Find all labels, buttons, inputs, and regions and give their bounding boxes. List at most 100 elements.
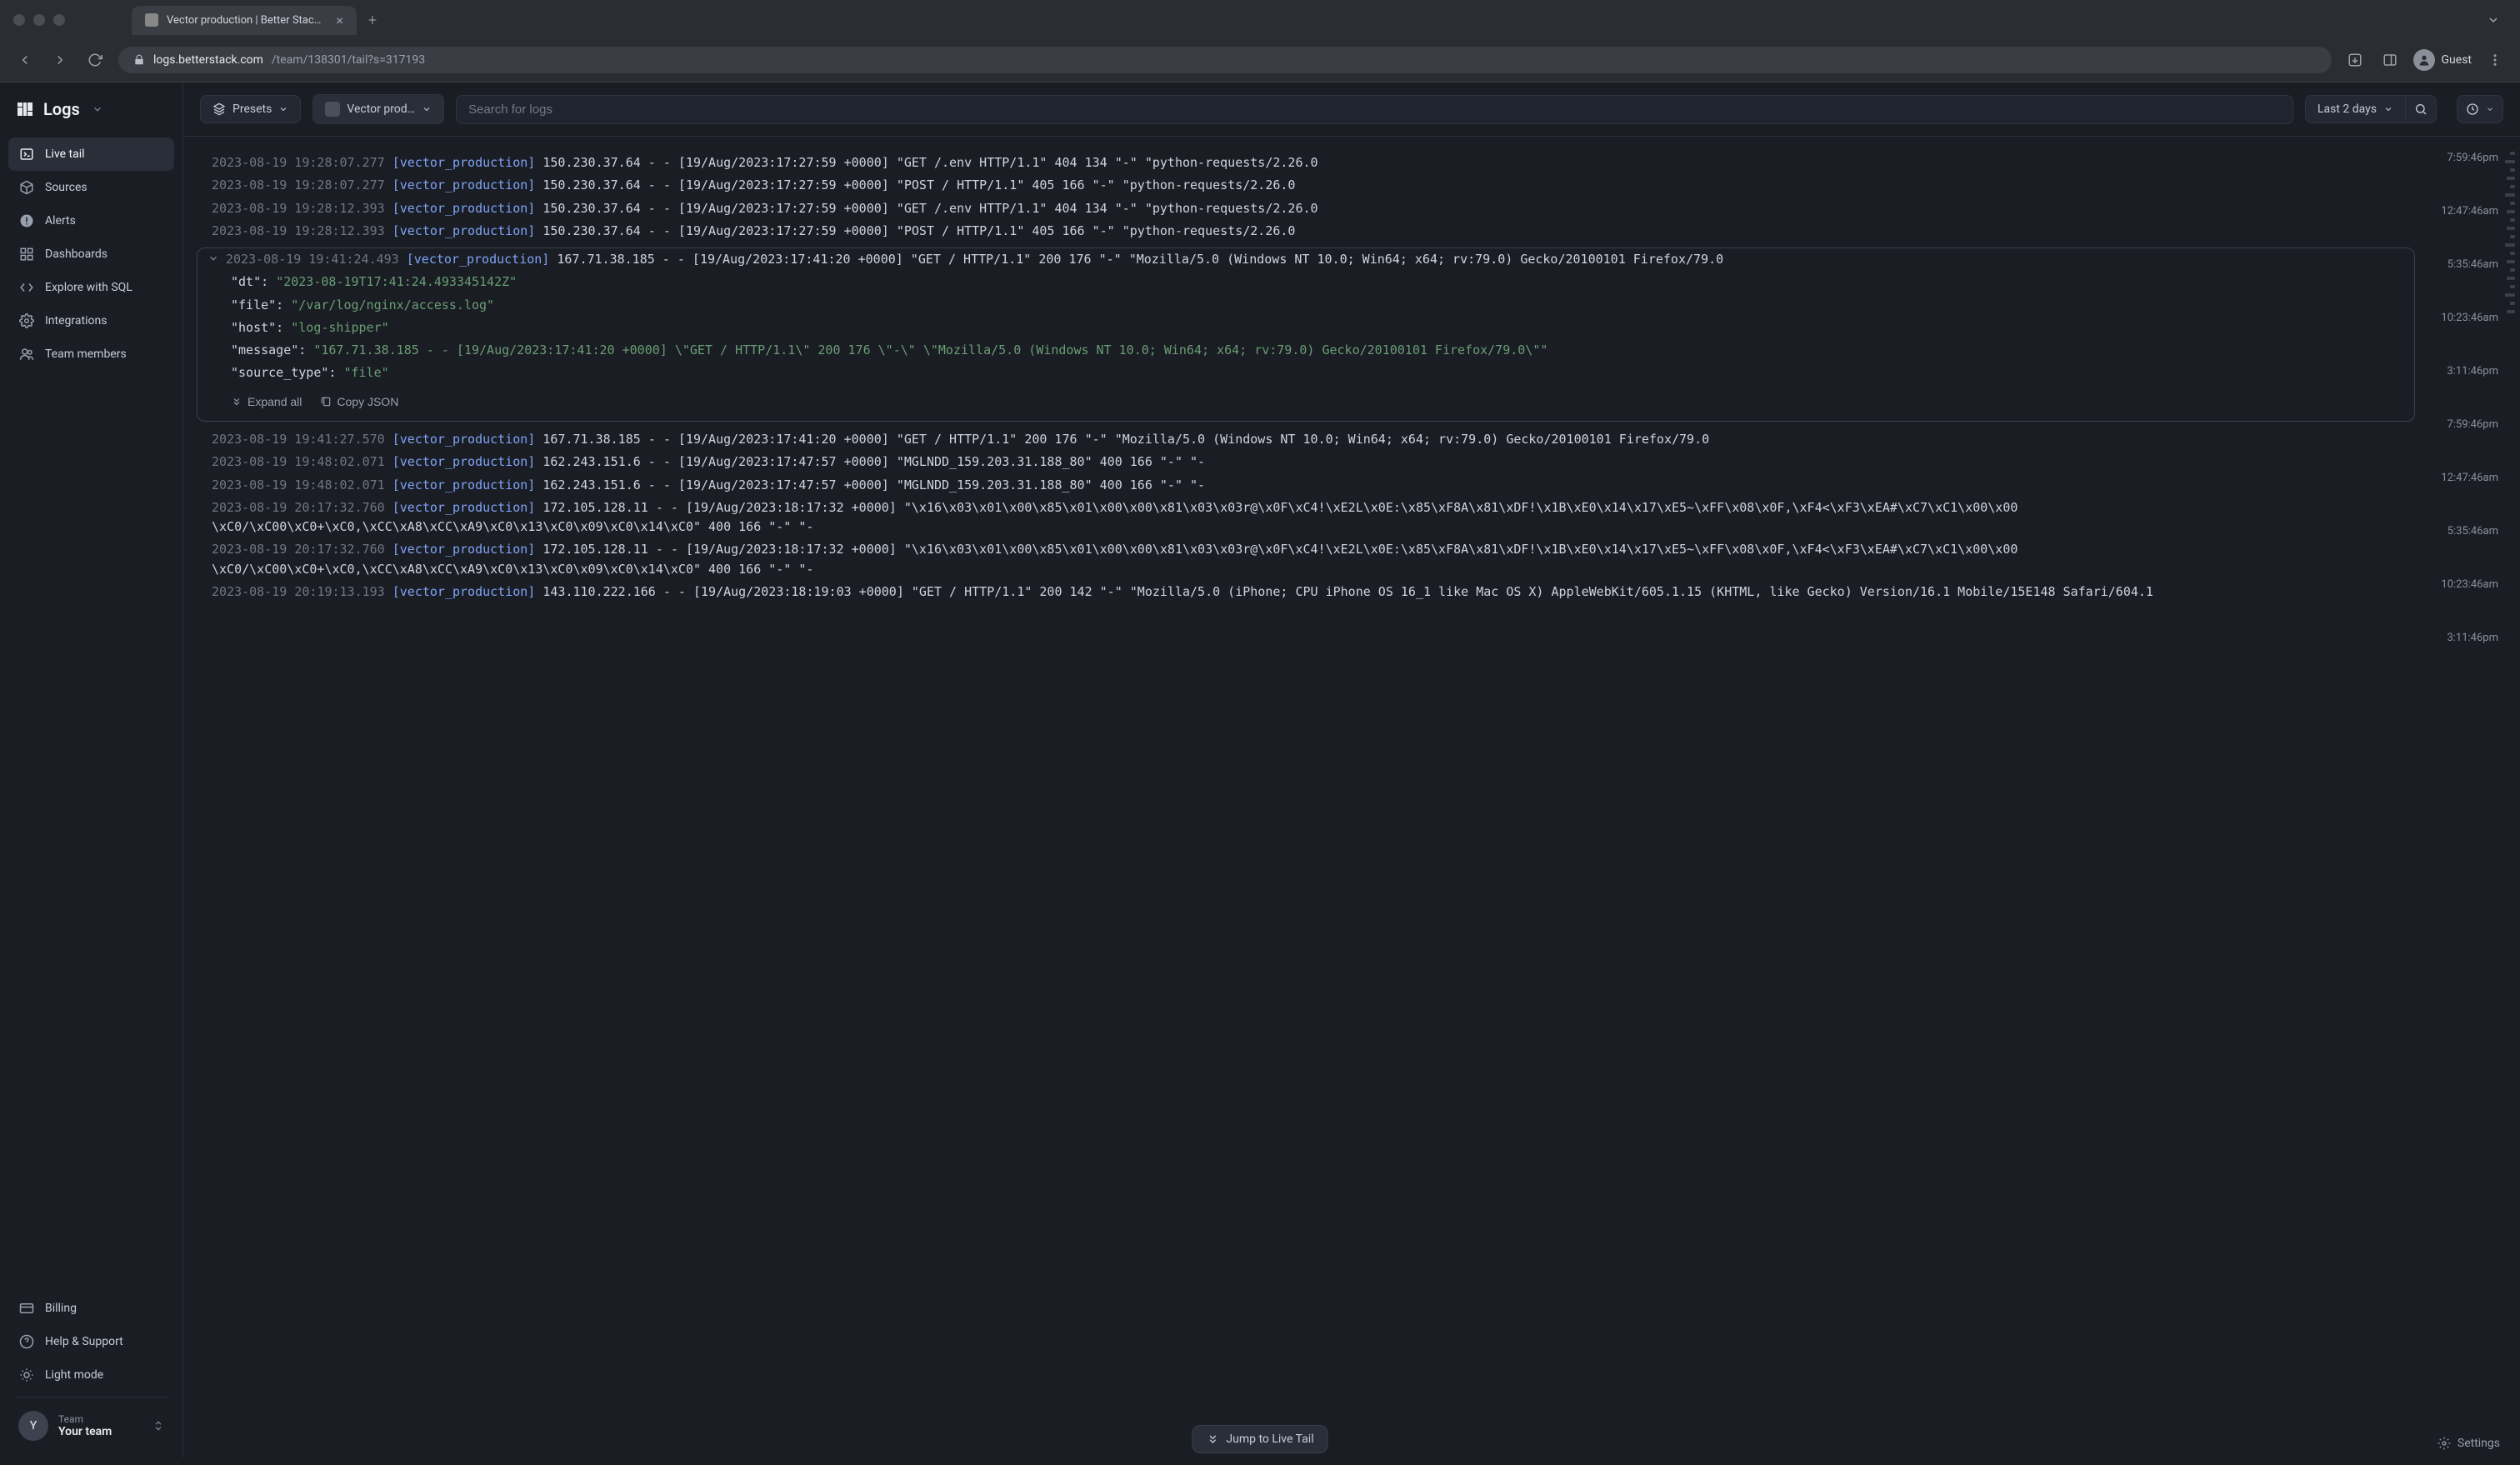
- sidebar-item-help[interactable]: Help & Support: [8, 1325, 174, 1358]
- back-button[interactable]: [13, 48, 37, 72]
- sidebar-item-light-mode[interactable]: Light mode: [8, 1358, 174, 1392]
- browser-tab[interactable]: Vector production | Better Stac… ×: [132, 6, 357, 35]
- sidebar-item-alerts[interactable]: Alerts: [8, 204, 174, 238]
- json-value: "2023-08-19T17:41:24.493345142Z": [276, 274, 517, 289]
- layers-icon: [212, 102, 226, 116]
- close-window-icon[interactable]: [13, 14, 25, 26]
- log-timestamp: 2023-08-19 19:28:12.393: [212, 223, 385, 238]
- log-list[interactable]: 2023-08-19 19:28:07.277 [vector_producti…: [183, 137, 2428, 1458]
- timeline-label: 5:35:46am: [2448, 525, 2498, 538]
- json-value: "/var/log/nginx/access.log": [291, 298, 494, 312]
- minimize-window-icon[interactable]: [33, 14, 45, 26]
- presets-button[interactable]: Presets: [200, 95, 301, 123]
- search-field[interactable]: [468, 102, 2281, 117]
- json-field[interactable]: "message": "167.71.38.185 - - [19/Aug/20…: [198, 339, 2414, 362]
- log-line[interactable]: 2023-08-19 19:41:24.493 [vector_producti…: [198, 248, 2414, 271]
- json-field[interactable]: "dt": "2023-08-19T17:41:24.493345142Z": [198, 271, 2414, 293]
- json-field[interactable]: "host": "log-shipper": [198, 317, 2414, 339]
- settings-button[interactable]: Settings: [2438, 1437, 2500, 1450]
- browser-chrome: Vector production | Better Stac… × + log…: [0, 0, 2520, 82]
- log-line[interactable]: 2023-08-19 19:41:27.570 [vector_producti…: [195, 428, 2417, 451]
- sidebar-item-team-members[interactable]: Team members: [8, 338, 174, 371]
- json-key: "host":: [231, 320, 283, 335]
- close-tab-icon[interactable]: ×: [336, 12, 343, 28]
- log-line[interactable]: 2023-08-19 19:48:02.071 [vector_producti…: [195, 474, 2417, 497]
- chevron-down-icon: [92, 103, 103, 115]
- timeline[interactable]: 7:59:46pm12:47:46am5:35:46am10:23:46am3:…: [2428, 137, 2520, 1458]
- address-bar: logs.betterstack.com/team/138301/tail?s=…: [0, 40, 2520, 82]
- log-message: 162.243.151.6 - - [19/Aug/2023:17:47:57 …: [542, 478, 1205, 492]
- code-icon: [18, 279, 35, 296]
- log-line[interactable]: 2023-08-19 19:48:02.071 [vector_producti…: [195, 451, 2417, 473]
- terminal-icon: [18, 146, 35, 162]
- clipboard-icon: [320, 396, 332, 408]
- clock-icon: [2466, 102, 2479, 116]
- reload-button[interactable]: [83, 48, 107, 72]
- window-traffic-lights[interactable]: [13, 14, 65, 26]
- recent-queries-button[interactable]: [2457, 95, 2503, 123]
- json-key: "source_type":: [231, 365, 336, 380]
- maximize-window-icon[interactable]: [53, 14, 65, 26]
- log-timestamp: 2023-08-19 19:48:02.071: [212, 478, 385, 492]
- sidebar-item-live-tail[interactable]: Live tail: [8, 138, 174, 171]
- log-line[interactable]: 2023-08-19 19:28:12.393 [vector_producti…: [195, 220, 2417, 242]
- chevron-down-icon[interactable]: [208, 252, 219, 264]
- json-field[interactable]: "source_type": "file": [198, 362, 2414, 384]
- jump-to-live-tail-button[interactable]: Jump to Live Tail: [1192, 1425, 1328, 1453]
- log-line[interactable]: 2023-08-19 20:17:32.760 [vector_producti…: [195, 497, 2417, 539]
- sidebar-item-label: Sources: [45, 181, 88, 194]
- json-field[interactable]: "file": "/var/log/nginx/access.log": [198, 294, 2414, 317]
- search-input[interactable]: [456, 95, 2293, 124]
- new-tab-button[interactable]: +: [368, 12, 377, 29]
- log-source: [vector_production]: [392, 542, 536, 557]
- alert-icon: [18, 212, 35, 229]
- expand-all-button[interactable]: Expand all: [231, 393, 302, 412]
- sun-icon: [18, 1367, 35, 1383]
- log-timestamp: 2023-08-19 19:48:02.071: [212, 454, 385, 469]
- source-icon: [325, 102, 340, 117]
- chevron-down-icon: [2383, 104, 2393, 114]
- log-line-expanded[interactable]: 2023-08-19 19:41:24.493 [vector_producti…: [197, 248, 2415, 422]
- menu-icon[interactable]: [2483, 48, 2507, 72]
- profile-button[interactable]: Guest: [2413, 49, 2472, 71]
- install-app-icon[interactable]: [2343, 48, 2367, 72]
- chevron-down-icon: [278, 104, 288, 114]
- logo[interactable]: Logs: [0, 88, 182, 131]
- team-avatar: Y: [18, 1411, 48, 1441]
- timeline-label: 5:35:46am: [2448, 258, 2498, 271]
- source-selector[interactable]: Vector prod…: [312, 94, 444, 124]
- expanded-actions: Expand all Copy JSON: [198, 385, 2414, 413]
- box-icon: [18, 179, 35, 196]
- log-line[interactable]: 2023-08-19 19:28:12.393 [vector_producti…: [195, 198, 2417, 220]
- log-line[interactable]: 2023-08-19 19:28:07.277 [vector_producti…: [195, 152, 2417, 174]
- log-line[interactable]: 2023-08-19 20:19:13.193 [vector_producti…: [195, 581, 2417, 603]
- sidebar-item-label: Alerts: [45, 214, 76, 228]
- sidebar-item-explore-sql[interactable]: Explore with SQL: [8, 271, 174, 304]
- sidebar-item-billing[interactable]: Billing: [8, 1292, 174, 1325]
- sidebar-item-label: Help & Support: [45, 1335, 123, 1348]
- url-input[interactable]: logs.betterstack.com/team/138301/tail?s=…: [118, 47, 2332, 73]
- sidebar-item-integrations[interactable]: Integrations: [8, 304, 174, 338]
- logo-icon: [15, 99, 35, 119]
- search-button[interactable]: [2406, 95, 2437, 123]
- sidebar-item-label: Live tail: [45, 148, 85, 161]
- sidebar-item-label: Explore with SQL: [45, 281, 132, 294]
- team-switcher[interactable]: Y Team Your team: [8, 1402, 174, 1449]
- tabs-overflow-icon[interactable]: [2487, 13, 2500, 27]
- sidebar-item-sources[interactable]: Sources: [8, 171, 174, 204]
- log-line[interactable]: 2023-08-19 19:28:07.277 [vector_producti…: [195, 174, 2417, 197]
- copy-json-button[interactable]: Copy JSON: [320, 393, 398, 412]
- log-timestamp: 2023-08-19 19:28:07.277: [212, 155, 385, 170]
- tab-favicon-icon: [145, 13, 158, 27]
- sidebar-item-dashboards[interactable]: Dashboards: [8, 238, 174, 271]
- time-range-button[interactable]: Last 2 days: [2305, 95, 2406, 123]
- log-line[interactable]: 2023-08-19 20:17:32.760 [vector_producti…: [195, 538, 2417, 581]
- search-icon: [2414, 102, 2428, 116]
- log-message: 150.230.37.64 - - [19/Aug/2023:17:27:59 …: [542, 155, 1318, 170]
- avatar-icon: [2413, 49, 2435, 71]
- log-source: [vector_production]: [392, 223, 536, 238]
- side-panel-icon[interactable]: [2378, 48, 2402, 72]
- log-message: 167.71.38.185 - - [19/Aug/2023:17:41:20 …: [542, 432, 1709, 447]
- forward-button[interactable]: [48, 48, 72, 72]
- gear-icon: [2438, 1437, 2451, 1450]
